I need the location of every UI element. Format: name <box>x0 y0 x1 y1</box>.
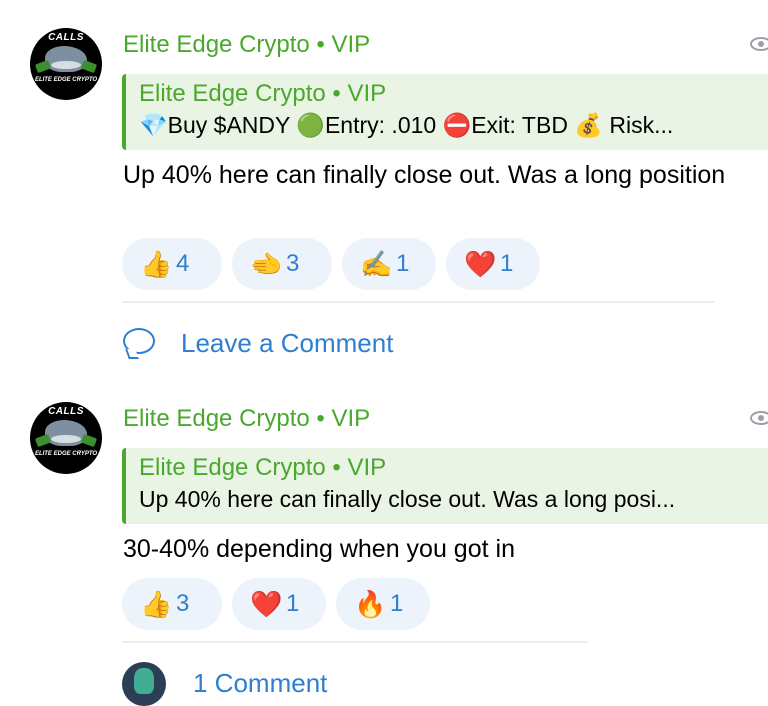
post-text: 30-40% depending when you got in <box>123 535 515 563</box>
eye-icon <box>750 411 768 425</box>
reaction-thumbs-up[interactable]: 👍 4 <box>122 238 222 290</box>
quote-text: Up 40% here can finally close out. Was a… <box>139 486 676 512</box>
reaction-thumbs-up[interactable]: 👍 3 <box>122 578 222 630</box>
quote-author: Elite Edge Crypto • VIP <box>139 80 387 107</box>
commenter-avatar[interactable] <box>122 662 166 706</box>
eye-icon <box>750 37 768 51</box>
reaction-count: 1 <box>390 590 404 617</box>
fire-icon: 🔥 <box>354 588 387 619</box>
quote-text: 💎Buy $ANDY 🟢Entry: .010 ⛔Exit: TBD 💰 Ris… <box>139 112 674 138</box>
channel-name[interactable]: Elite Edge Crypto • VIP <box>123 31 370 59</box>
avatar-brand: ELITE EDGE CRYPTO <box>34 77 98 83</box>
reaction-count: 1 <box>286 590 300 617</box>
reaction-heart[interactable]: ❤️ 1 <box>232 578 326 630</box>
reaction-count: 4 <box>176 250 190 277</box>
reply-quote[interactable]: Elite Edge Crypto • VIP Up 40% here can … <box>122 448 768 524</box>
leave-comment-link[interactable]: Leave a Comment <box>181 328 393 359</box>
money-icon <box>80 433 98 448</box>
reaction-count: 1 <box>396 250 410 277</box>
post-text: Up 40% here can finally close out. Was a… <box>123 161 726 189</box>
avatar-text: CALLS <box>48 32 84 43</box>
divider <box>122 301 714 303</box>
avatar-brand: ELITE EDGE CRYPTO <box>34 451 98 457</box>
heart-icon: ❤️ <box>464 248 497 279</box>
channel-avatar[interactable]: CALLS ELITE EDGE CRYPTO <box>30 28 102 100</box>
money-icon <box>80 59 98 74</box>
reaction-point[interactable]: 🫲 3 <box>232 238 332 290</box>
reply-quote[interactable]: Elite Edge Crypto • VIP 💎Buy $ANDY 🟢Entr… <box>122 74 768 150</box>
reaction-count: 1 <box>500 250 514 277</box>
reaction-count: 3 <box>286 250 300 277</box>
comments-link[interactable]: 1 Comment <box>193 668 327 699</box>
money-icon <box>34 59 52 74</box>
thumbs-up-icon: 👍 <box>140 248 173 279</box>
reaction-count: 3 <box>176 590 190 617</box>
reaction-writing-hand[interactable]: ✍️ 1 <box>342 238 436 290</box>
reaction-heart[interactable]: ❤️ 1 <box>446 238 540 290</box>
quote-author: Elite Edge Crypto • VIP <box>139 454 387 481</box>
thumbs-up-icon: 👍 <box>140 588 173 619</box>
comment-bubble-icon[interactable] <box>123 328 155 354</box>
channel-avatar[interactable]: CALLS ELITE EDGE CRYPTO <box>30 402 102 474</box>
avatar-text: CALLS <box>48 406 84 417</box>
divider <box>122 641 588 643</box>
money-icon <box>34 433 52 448</box>
reaction-fire[interactable]: 🔥 1 <box>336 578 430 630</box>
writing-hand-icon: ✍️ <box>360 248 393 279</box>
heart-icon: ❤️ <box>250 588 283 619</box>
pointing-hand-icon: 🫲 <box>250 248 283 279</box>
channel-name[interactable]: Elite Edge Crypto • VIP <box>123 405 370 433</box>
